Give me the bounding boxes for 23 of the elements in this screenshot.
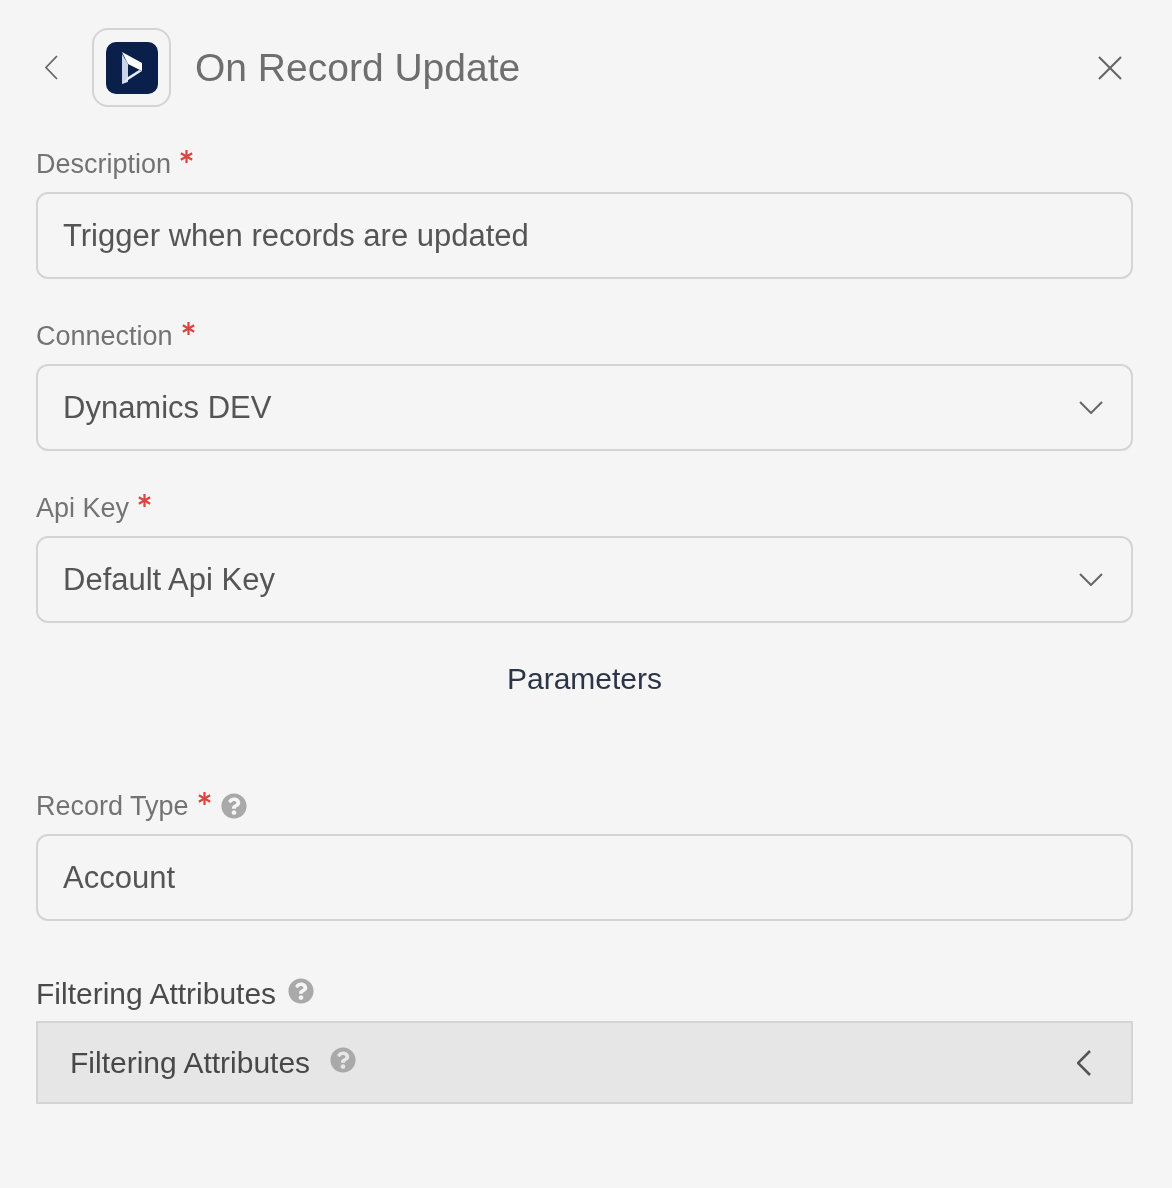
arrow-logo-icon — [105, 41, 158, 94]
field-label: Api Key — [36, 492, 130, 524]
field-label: Connection — [36, 320, 173, 352]
help-icon[interactable] — [220, 793, 247, 819]
close-icon — [1098, 55, 1122, 80]
page-title: On Record Update — [195, 45, 521, 90]
close-button[interactable] — [1098, 55, 1122, 80]
select-field[interactable]: Default Api Key — [36, 536, 1133, 623]
chevron-down-icon — [1079, 573, 1103, 586]
text-field[interactable]: Account — [36, 834, 1133, 921]
text-field[interactable]: Trigger when records are updated — [36, 192, 1133, 279]
chevron-left-icon — [1077, 1049, 1091, 1076]
back-button[interactable] — [45, 55, 58, 80]
field-label: Description — [36, 148, 172, 180]
chevron-left-icon — [45, 55, 58, 80]
help-icon[interactable] — [288, 978, 315, 1004]
chevron-down-icon — [1079, 401, 1103, 414]
help-icon[interactable] — [330, 1046, 357, 1073]
select-field[interactable]: Dynamics DEV — [36, 364, 1133, 451]
field-label: Filtering Attributes — [36, 977, 277, 1011]
field-label: Record Type — [36, 790, 189, 822]
section-title: Parameters — [506, 661, 663, 697]
collapsible-panel[interactable]: Filtering Attributes — [36, 1021, 1133, 1104]
